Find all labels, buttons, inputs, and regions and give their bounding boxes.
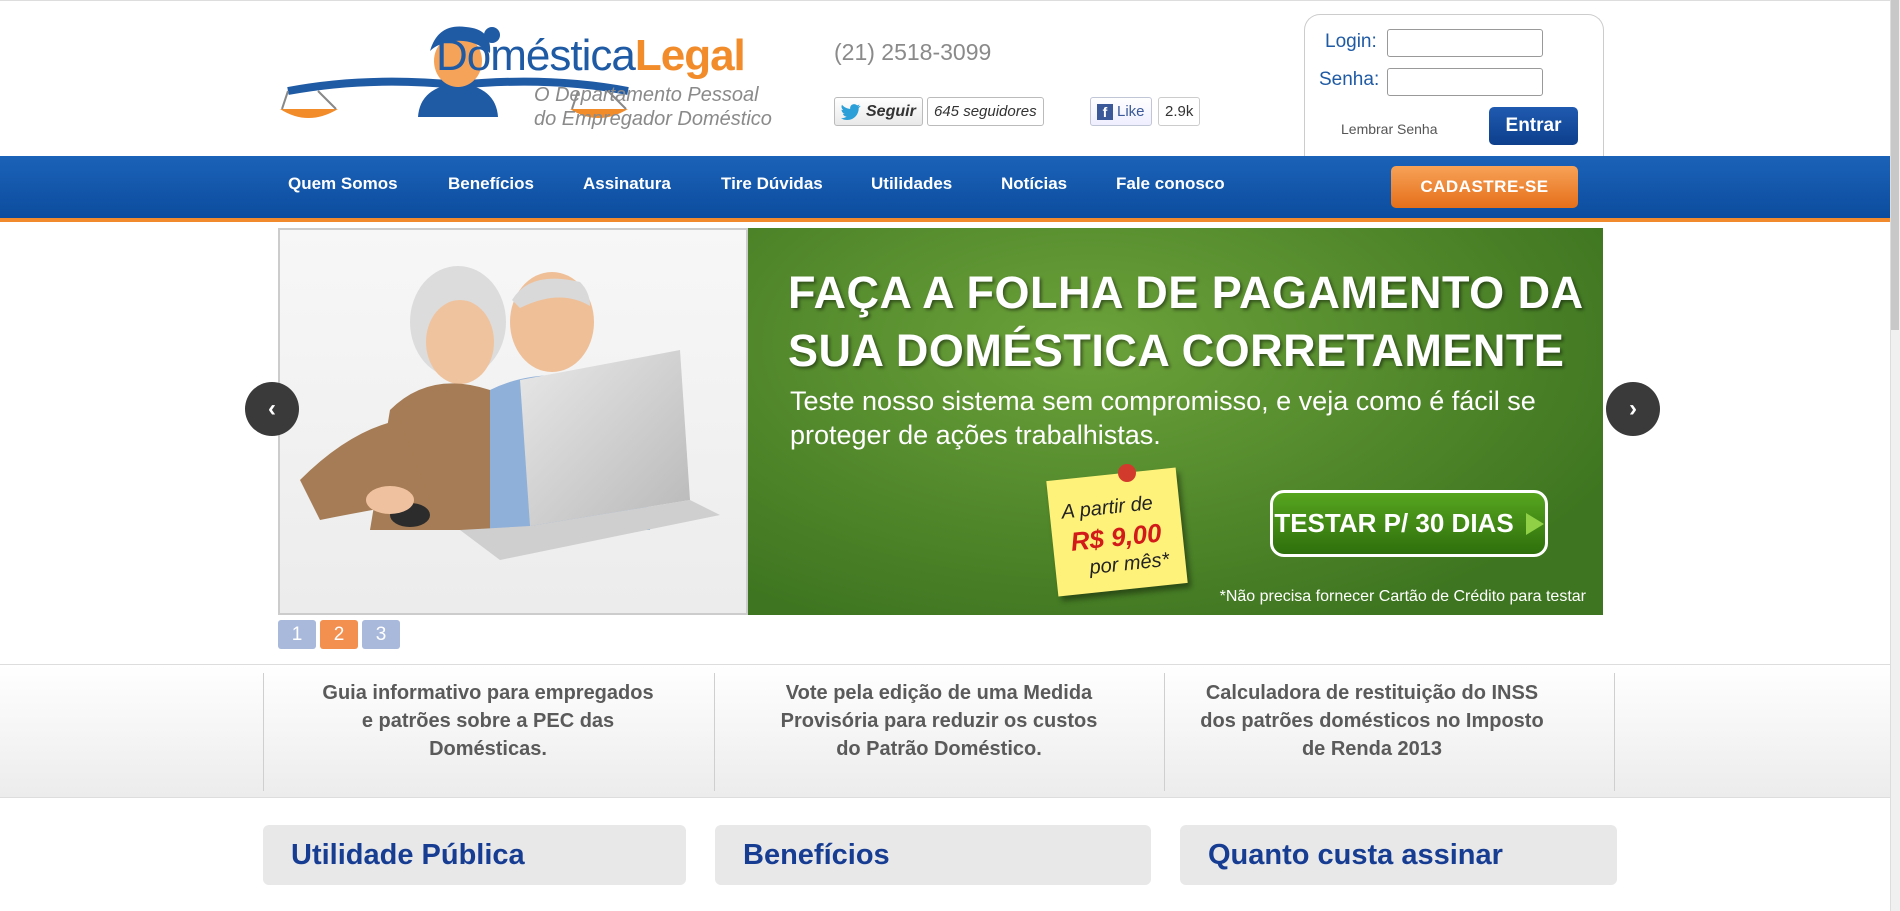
slider-page-3[interactable]: 3 <box>362 620 400 649</box>
section-beneficios[interactable]: Benefícios <box>715 825 1151 885</box>
banner-disclaimer: *Não precisa fornecer Cartão de Crédito … <box>1219 588 1586 605</box>
signup-button[interactable]: CADASTRE-SE <box>1391 166 1578 208</box>
section-quanto-custa[interactable]: Quanto custa assinar <box>1180 825 1617 885</box>
highlight-medida-provisoria[interactable]: Vote pela edição de uma Medida Provisóri… <box>769 679 1109 763</box>
divider <box>1614 673 1615 791</box>
logo-wordmark[interactable]: DomésticaLegal <box>436 31 746 81</box>
nav-item-utilidades[interactable]: Utilidades <box>871 174 952 194</box>
promo-banner[interactable]: FAÇA A FOLHA DE PAGAMENTO DA SUA DOMÉSTI… <box>748 228 1603 615</box>
login-input[interactable] <box>1387 29 1543 57</box>
hero-slider: FAÇA A FOLHA DE PAGAMENTO DA SUA DOMÉSTI… <box>278 228 1603 615</box>
remember-password-link[interactable]: Lembrar Senha <box>1341 121 1438 137</box>
section-utilidade-publica[interactable]: Utilidade Pública <box>263 825 686 885</box>
twitter-follow-label: Seguir <box>866 102 916 120</box>
facebook-like-label: Like <box>1117 103 1145 120</box>
phone-number: (21) 2518-3099 <box>834 39 992 65</box>
nav-item-noticias[interactable]: Notícias <box>1001 174 1067 194</box>
password-input[interactable] <box>1387 68 1543 96</box>
play-arrow-icon <box>1525 512 1544 535</box>
brand-tagline: O Departamento Pessoal do Empregador Dom… <box>534 84 772 130</box>
divider <box>263 673 264 791</box>
highlight-pec-guide[interactable]: Guia informativo para empregados e patrõ… <box>318 679 658 763</box>
nav-item-tire-duvidas[interactable]: Tire Dúvidas <box>721 174 823 194</box>
main-nav: Quem Somos Benefícios Assinatura Tire Dú… <box>0 156 1890 222</box>
twitter-follower-count[interactable]: 645 seguidores <box>927 97 1044 126</box>
divider <box>714 673 715 791</box>
try-30-days-button[interactable]: TESTAR P/ 30 DIAS <box>1270 490 1548 557</box>
price-note: A partir de R$ 9,00 por mês* <box>1046 467 1188 597</box>
scrollbar-thumb[interactable] <box>1891 0 1899 330</box>
nav-item-assinatura[interactable]: Assinatura <box>583 174 671 194</box>
section-title: Quanto custa assinar <box>1208 839 1503 871</box>
highlights-strip: Guia informativo para empregados e patrõ… <box>0 664 1890 798</box>
facebook-icon: f <box>1097 103 1113 120</box>
slider-prev-button[interactable]: ‹ <box>245 382 299 436</box>
banner-subheadline: Teste nosso sistema sem compromisso, e v… <box>790 386 1536 450</box>
section-title: Utilidade Pública <box>291 839 525 871</box>
divider <box>1164 673 1165 791</box>
try-button-label: TESTAR P/ 30 DIAS <box>1274 508 1514 538</box>
brand-name-part1: Doméstica <box>436 31 636 80</box>
nav-item-fale-conosco[interactable]: Fale conosco <box>1116 174 1225 194</box>
couple-illustration <box>300 266 720 560</box>
facebook-like-button[interactable]: f Like <box>1090 97 1152 126</box>
slider-page-1[interactable]: 1 <box>278 620 316 649</box>
section-title: Benefícios <box>743 839 890 871</box>
slider-next-button[interactable]: › <box>1606 382 1660 436</box>
couple-laptop-photo <box>278 228 748 615</box>
site-header: DomésticaLegal O Departamento Pessoal do… <box>0 0 1890 157</box>
password-label: Senha: <box>1319 69 1380 90</box>
nav-item-quem-somos[interactable]: Quem Somos <box>288 174 398 194</box>
facebook-like-count: 2.9k <box>1158 97 1201 126</box>
banner-headline: FAÇA A FOLHA DE PAGAMENTO DA SUA DOMÉSTI… <box>788 267 1582 376</box>
pushpin-icon <box>1118 464 1136 482</box>
highlight-inss-calculator[interactable]: Calculadora de restituição do INSS dos p… <box>1192 679 1552 763</box>
twitter-bird-icon <box>841 103 861 120</box>
slider-page-2[interactable]: 2 <box>320 620 358 649</box>
nav-item-beneficios[interactable]: Benefícios <box>448 174 534 194</box>
brand-name-part2: Legal <box>634 31 746 80</box>
login-label: Login: <box>1325 31 1377 52</box>
twitter-follow-button[interactable]: Seguir <box>834 97 923 126</box>
login-submit-button[interactable]: Entrar <box>1489 107 1578 145</box>
